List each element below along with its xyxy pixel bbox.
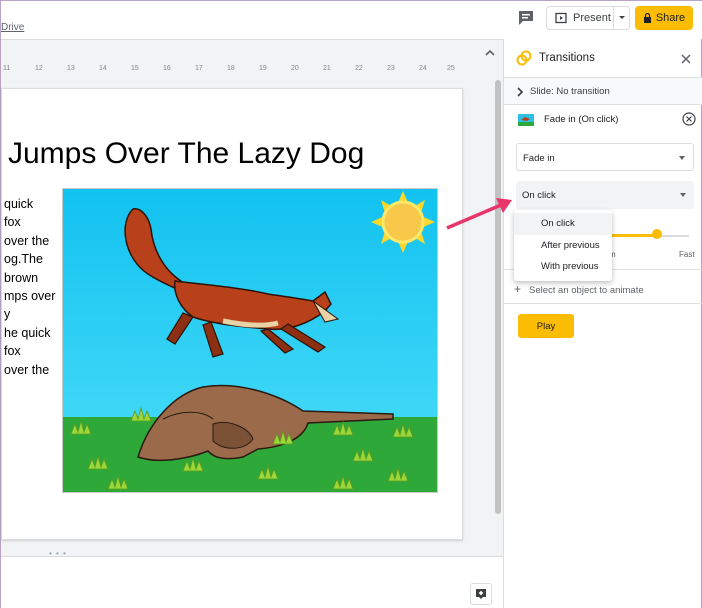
collapse-toolbar-icon[interactable]	[483, 46, 497, 58]
ruler-tick: 20	[291, 65, 299, 72]
ruler-tick: 23	[387, 65, 395, 72]
remove-animation-icon[interactable]	[682, 112, 696, 126]
share-button[interactable]: Share	[635, 6, 693, 30]
editor-area: 11 12 13 14 15 16 17 18 19 20 21 22 23 2…	[1, 39, 503, 608]
animation-label: Fade in (On click)	[544, 114, 619, 125]
trigger-select-value: On click	[522, 190, 556, 201]
panel-title: Transitions	[539, 52, 595, 64]
fox-dog-image[interactable]	[62, 188, 438, 493]
trigger-dropdown-menu: On click After previous With previous	[514, 210, 612, 281]
ruler-tick: 21	[323, 65, 331, 72]
explore-icon[interactable]	[470, 583, 492, 605]
present-icon	[555, 12, 567, 24]
effect-select-value: Fade in	[523, 153, 555, 164]
add-animation-row[interactable]: + Select an object to animate	[514, 282, 644, 296]
top-bar: Drive Present Share	[1, 1, 702, 39]
slider-label-fast: Fast	[679, 250, 695, 259]
vertical-scrollbar[interactable]	[495, 80, 501, 514]
dropdown-option-with-previous[interactable]: With previous	[514, 256, 612, 278]
ruler-tick: 13	[67, 65, 75, 72]
body-line: he quick	[4, 325, 51, 340]
slide-transition-row[interactable]: Slide: No transition	[504, 77, 702, 105]
share-label: Share	[655, 12, 686, 24]
ruler-tick: 16	[163, 65, 171, 72]
app-root: { "topbar": { "drive_link": "Drive", "pr…	[0, 0, 702, 608]
present-button[interactable]: Present	[546, 6, 630, 30]
ruler-tick: 18	[227, 65, 235, 72]
slide-body-text[interactable]: quick fox over the og.The brown mps over…	[4, 195, 62, 379]
annotation-arrow-icon	[446, 198, 512, 230]
lock-icon	[643, 13, 651, 23]
speaker-notes-area[interactable]	[1, 556, 503, 608]
ruler-tick: 24	[419, 65, 427, 72]
body-line: og.The	[4, 252, 43, 267]
ruler-tick: 17	[195, 65, 203, 72]
body-line: quick	[4, 197, 34, 211]
dropdown-option-on-click[interactable]: On click	[514, 213, 612, 235]
slide-canvas[interactable]: Jumps Over The Lazy Dog quick fox over t…	[1, 88, 463, 540]
chevron-right-icon	[517, 87, 524, 97]
ruler-tick: 25	[447, 65, 455, 72]
slide-transition-label: Slide: No transition	[530, 86, 610, 97]
dropdown-arrow-icon	[680, 193, 686, 197]
ruler-tick: 11	[3, 65, 11, 72]
trigger-select[interactable]: On click	[516, 181, 694, 209]
drive-link[interactable]: Drive	[1, 22, 24, 33]
play-button[interactable]: Play	[518, 314, 574, 338]
ruler-tick: 22	[355, 65, 363, 72]
body-line: fox	[4, 215, 21, 230]
dropdown-arrow-icon	[679, 156, 685, 160]
speed-slider-fill	[609, 234, 657, 237]
body-line: fox	[4, 344, 21, 359]
animation-item[interactable]: Fade in (On click)	[504, 105, 702, 133]
present-dropdown-button[interactable]	[613, 7, 629, 29]
body-line: y	[4, 307, 11, 322]
present-label: Present	[573, 12, 611, 24]
body-line: brown	[4, 270, 39, 285]
comment-history-icon[interactable]	[516, 9, 536, 27]
add-animation-label: Select an object to animate	[529, 285, 644, 296]
body-line: over the	[4, 362, 50, 377]
body-line: over the	[4, 233, 50, 248]
slide-title[interactable]: Jumps Over The Lazy Dog	[8, 137, 364, 171]
panel-header: Transitions	[504, 39, 702, 77]
ruler: 11 12 13 14 15 16 17 18 19 20 21 22 23 2…	[1, 65, 463, 77]
plus-icon: +	[514, 282, 522, 296]
transitions-panel: Transitions Slide: No transition Fade in…	[503, 39, 702, 608]
divider	[504, 303, 702, 304]
ruler-tick: 12	[35, 65, 43, 72]
ruler-tick: 19	[259, 65, 267, 72]
dropdown-option-after-previous[interactable]: After previous	[514, 235, 612, 257]
caret-down-icon	[618, 16, 625, 19]
close-icon[interactable]	[680, 52, 692, 64]
body-line: mps over	[4, 289, 56, 304]
ruler-tick: 14	[99, 65, 107, 72]
transitions-icon	[516, 50, 532, 66]
effect-select[interactable]: Fade in	[516, 143, 694, 171]
present-main-button[interactable]: Present	[547, 7, 613, 29]
animation-thumbnail-icon	[518, 113, 534, 126]
ruler-tick: 15	[131, 65, 139, 72]
speed-slider-thumb[interactable]	[652, 229, 662, 239]
